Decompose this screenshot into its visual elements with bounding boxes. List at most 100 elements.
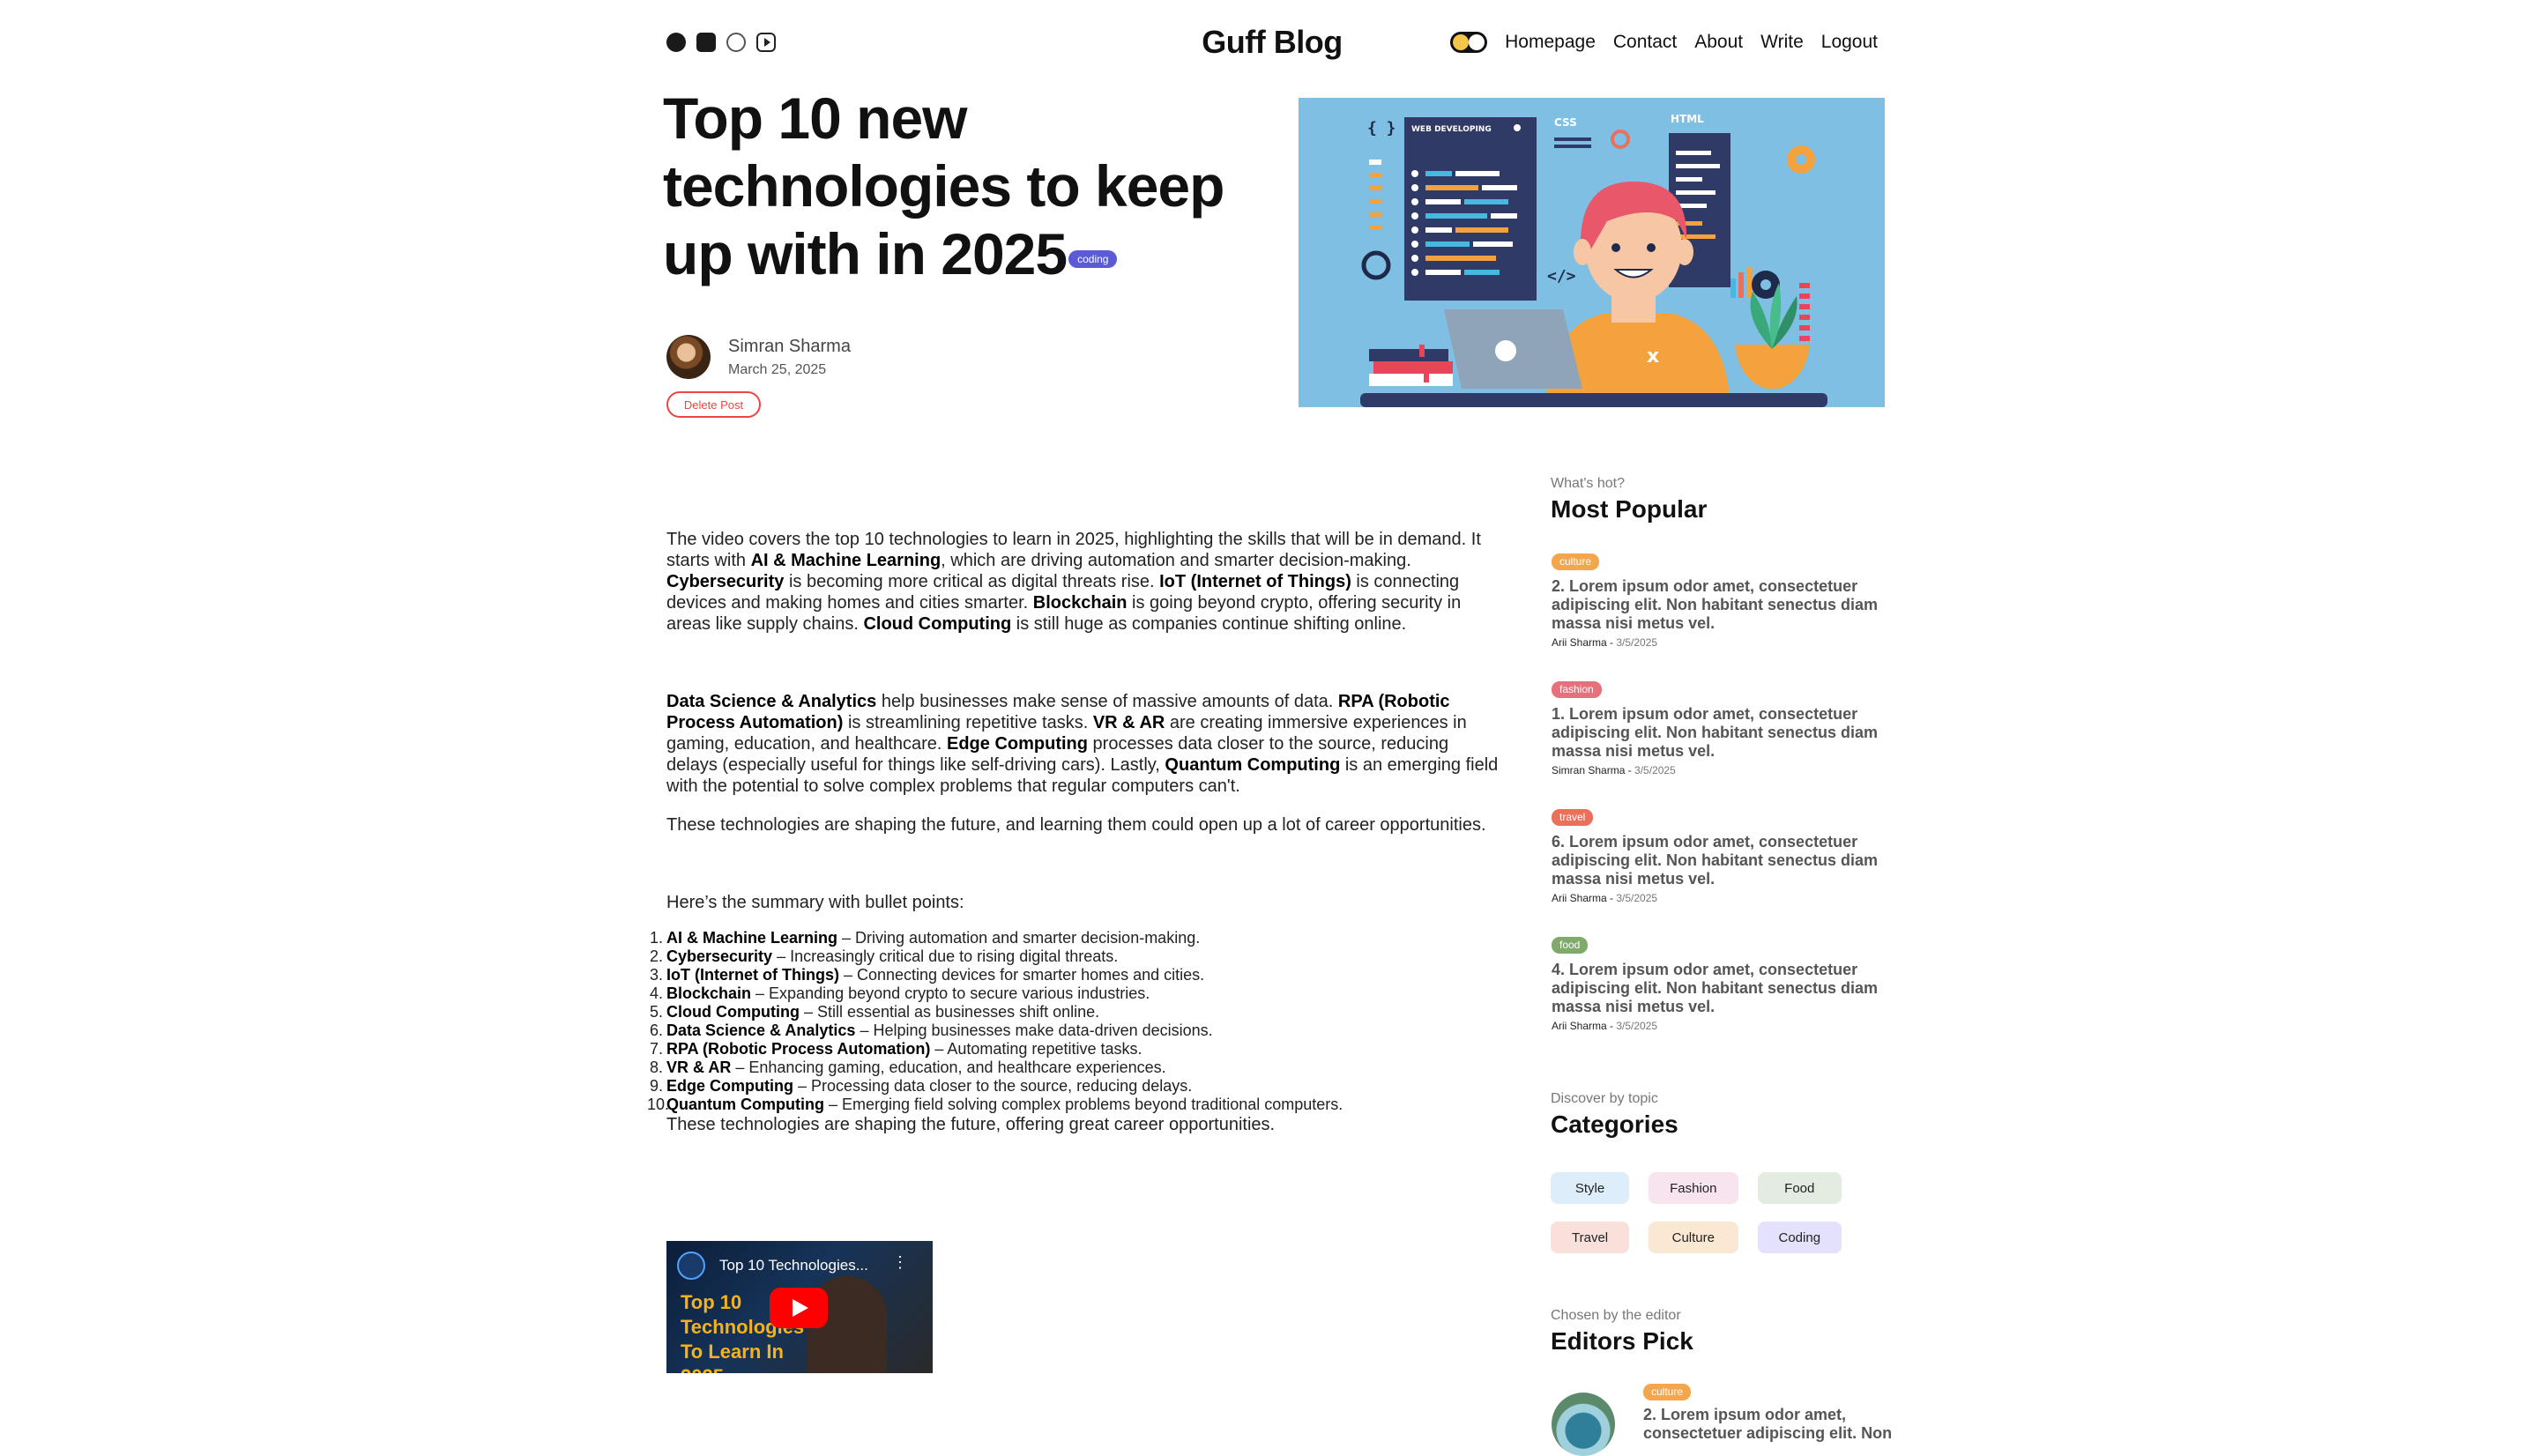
editors-pick-thumbnail[interactable] xyxy=(1552,1393,1615,1456)
nav-link-homepage[interactable]: Homepage xyxy=(1505,32,1596,53)
popular-post-meta: Arii Sharma - 3/5/2025 xyxy=(1552,1020,1658,1032)
category-tag[interactable]: food xyxy=(1552,937,1589,954)
more-options-icon[interactable]: ⋮ xyxy=(892,1253,908,1272)
video-title[interactable]: Top 10 Technologies... xyxy=(719,1257,868,1274)
popular-post-date: 3/5/2025 xyxy=(1616,636,1658,649)
category-tag[interactable]: culture xyxy=(1552,553,1600,570)
list-number: 8. xyxy=(649,1059,663,1076)
embedded-video[interactable]: Top 10 Technologies... ⋮ Top 10 Technolo… xyxy=(666,1241,933,1373)
list-number: 10. xyxy=(647,1096,670,1113)
category-fashion[interactable]: Fashion xyxy=(1649,1172,1738,1204)
text-run: , which are driving automation and smart… xyxy=(941,551,1411,570)
list-term: IoT (Internet of Things) xyxy=(666,966,839,984)
popular-post-item[interactable]: fashion 1. Lorem ipsum odor amet, consect… xyxy=(1552,681,1887,776)
category-culture[interactable]: Culture xyxy=(1649,1222,1738,1253)
summary-list-item: 7. RPA (Robotic Process Automation) – Aut… xyxy=(650,1040,1504,1059)
svg-text:{ }: { } xyxy=(1367,119,1396,137)
summary-list-item: 9. Edge Computing – Processing data close… xyxy=(650,1077,1504,1096)
instagram-icon[interactable] xyxy=(696,33,716,52)
summary-list-item: 1. AI & Machine Learning – Driving automa… xyxy=(650,929,1504,947)
editors-pick-item[interactable]: culture 2. Lorem ipsum odor amet, consec… xyxy=(1643,1384,1908,1443)
popular-post-item[interactable]: travel 6. Lorem ipsum odor amet, consecte… xyxy=(1552,809,1887,904)
text-run: is streamlining repetitive tasks. xyxy=(843,713,1093,732)
threads-icon[interactable] xyxy=(726,33,746,52)
list-number: 5. xyxy=(649,1003,663,1021)
hero-label-html: HTML xyxy=(1671,113,1704,125)
summary-list-item: 5. Cloud Computing – Still essential as b… xyxy=(650,1003,1504,1021)
list-term: Cloud Computing xyxy=(666,1003,800,1021)
hero-code-tag: </> xyxy=(1547,267,1576,286)
category-tag[interactable]: travel xyxy=(1552,809,1594,826)
summary-list: 1. AI & Machine Learning – Driving automa… xyxy=(647,929,1504,1114)
avatar xyxy=(666,335,711,379)
text-run: help businesses make sense of massive am… xyxy=(876,692,1338,711)
post-cover-image: { } WEB DEVELOPING CSS HTML </> x xyxy=(1299,98,1885,407)
section-subtitle: Discover by topic xyxy=(1551,1091,1658,1106)
most-popular-section: What's hot? Most Popular xyxy=(1551,476,1886,524)
summary-list-item: 8. VR & AR – Enhancing gaming, education,… xyxy=(650,1059,1504,1077)
popular-post-title[interactable]: 2. Lorem ipsum odor amet, consectetuer a… xyxy=(1552,577,1887,633)
text-run: is becoming more critical as digital thr… xyxy=(784,572,1160,591)
nav-link-about[interactable]: About xyxy=(1694,32,1743,53)
list-term: AI & Machine Learning xyxy=(666,929,838,947)
section-subtitle: Chosen by the editor xyxy=(1551,1308,1681,1323)
emphasis-term: Quantum Computing xyxy=(1165,755,1341,775)
play-icon[interactable] xyxy=(770,1288,828,1328)
list-term: Cybersecurity xyxy=(666,947,773,965)
popular-post-title[interactable]: 4. Lorem ipsum odor amet, consectetuer a… xyxy=(1552,961,1887,1016)
delete-post-button[interactable]: Delete Post xyxy=(666,391,761,418)
site-logo[interactable]: Guff Blog xyxy=(1202,24,1343,61)
emphasis-term: Data Science & Analytics xyxy=(666,692,877,711)
category-food[interactable]: Food xyxy=(1757,1172,1842,1204)
popular-post-meta: Arii Sharma - 3/5/2025 xyxy=(1552,892,1658,904)
youtube-icon[interactable] xyxy=(756,33,776,52)
theme-toggle[interactable] xyxy=(1450,32,1488,53)
web-developer-illustration: { } WEB DEVELOPING CSS HTML </> x xyxy=(1299,98,1885,407)
emphasis-term: Cybersecurity xyxy=(666,572,785,591)
list-term: Data Science & Analytics xyxy=(666,1021,856,1039)
post-author: Simran Sharma March 25, 2025 xyxy=(666,335,851,379)
post-title-text: Top 10 new technologies to keep up with … xyxy=(663,85,1224,286)
article-paragraph-1: The video covers the top 10 technologies… xyxy=(666,529,1504,635)
list-number: 6. xyxy=(649,1021,663,1039)
popular-post-item[interactable]: food 4. Lorem ipsum odor amet, consectetu… xyxy=(1552,937,1887,1032)
category-coding[interactable]: Coding xyxy=(1757,1222,1842,1253)
category-tag[interactable]: culture xyxy=(1643,1384,1692,1400)
channel-icon xyxy=(677,1252,705,1280)
category-style[interactable]: Style xyxy=(1551,1172,1630,1204)
popular-post-title[interactable]: 6. Lorem ipsum odor amet, consectetuer a… xyxy=(1552,833,1887,888)
social-links xyxy=(666,33,776,52)
popular-post-date: 3/5/2025 xyxy=(1616,892,1658,904)
category-travel[interactable]: Travel xyxy=(1551,1222,1630,1253)
editors-pick-title[interactable]: 2. Lorem ipsum odor amet, consectetuer a… xyxy=(1643,1406,1908,1443)
nav-link-write[interactable]: Write xyxy=(1760,32,1804,53)
list-term: Blockchain xyxy=(666,984,752,1002)
popular-post-date: 3/5/2025 xyxy=(1634,764,1676,776)
popular-post-author: Simran Sharma xyxy=(1552,764,1626,776)
list-term: Edge Computing xyxy=(666,1077,793,1095)
svg-text:x: x xyxy=(1647,345,1659,368)
post-category-tag[interactable]: coding xyxy=(1068,249,1118,268)
emphasis-term: Blockchain xyxy=(1032,593,1128,613)
popular-post-title[interactable]: 1. Lorem ipsum odor amet, consectetuer a… xyxy=(1552,705,1887,761)
popular-post-item[interactable]: culture 2. Lorem ipsum odor amet, consect… xyxy=(1552,553,1887,649)
emphasis-term: Edge Computing xyxy=(947,734,1088,754)
summary-list-item: 10. Quantum Computing – Emerging field so… xyxy=(647,1096,1504,1114)
list-description: – Connecting devices for smarter homes a… xyxy=(838,966,1205,984)
list-description: – Driving automation and smarter decisio… xyxy=(837,929,1201,947)
list-description: – Emerging field solving complex problem… xyxy=(823,1096,1343,1113)
summary-list-item: 4. Blockchain – Expanding beyond crypto t… xyxy=(650,984,1504,1003)
popular-post-author: Arii Sharma xyxy=(1552,636,1607,649)
hero-label-css: CSS xyxy=(1554,116,1577,129)
categories-section: Discover by topic Categories Style Fashio… xyxy=(1551,1091,1886,1253)
emphasis-term: AI & Machine Learning xyxy=(750,551,942,570)
emphasis-term: Cloud Computing xyxy=(863,614,1012,634)
github-icon[interactable] xyxy=(666,33,686,52)
nav-link-contact[interactable]: Contact xyxy=(1613,32,1677,53)
category-list: Style Fashion Food Travel Culture Coding xyxy=(1551,1172,1886,1253)
category-tag[interactable]: fashion xyxy=(1552,681,1602,698)
article-body: The video covers the top 10 technologies… xyxy=(647,529,1504,1135)
post-date: March 25, 2025 xyxy=(728,361,827,377)
nav-link-logout[interactable]: Logout xyxy=(1821,32,1878,53)
section-title: Editors Pick xyxy=(1551,1327,1693,1355)
